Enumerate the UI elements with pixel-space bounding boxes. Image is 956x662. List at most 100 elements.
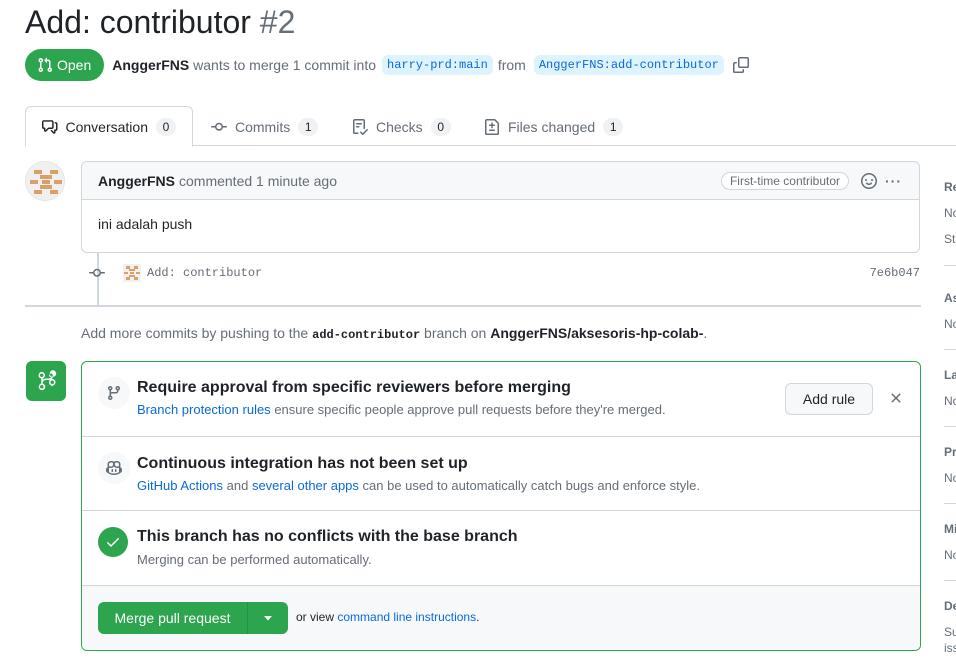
sidebar-projects-value: No xyxy=(944,471,956,485)
add-rule-button[interactable]: Add rule xyxy=(785,383,873,415)
first-time-contributor-label: First-time contributor xyxy=(720,171,849,190)
commit-row: Add: contributor 7e6b047 xyxy=(89,262,920,284)
sidebar-assignees-heading[interactable]: As xyxy=(944,291,956,305)
tab-conversation-count: 0 xyxy=(156,117,176,136)
sidebar-milestone-value: No xyxy=(944,548,956,562)
pr-number: #2 xyxy=(259,4,296,40)
merge-options-dropdown[interactable] xyxy=(248,602,288,634)
merge-footer: Merge pull request or view command line … xyxy=(82,586,920,650)
sidebar: Re No St As No La No Pr No Mi No De Su i… xyxy=(944,170,956,662)
timeline-divider xyxy=(25,305,921,307)
github-actions-link[interactable]: GitHub Actions xyxy=(137,478,223,493)
no-conflicts-title: This branch has no conflicts with the ba… xyxy=(137,528,518,545)
push-hint: Add more commits by pushing to the add-c… xyxy=(81,325,707,342)
merge-box: Require approval from specific reviewers… xyxy=(81,361,921,651)
no-conflicts-text: Merging can be performed automatically. xyxy=(137,552,372,567)
comment-box: AnggerFNS commented 1 minute ago First-t… xyxy=(81,161,920,253)
close-icon[interactable] xyxy=(888,390,904,406)
commit-author-avatar[interactable] xyxy=(123,264,141,282)
protection-title: Require approval from specific reviewers… xyxy=(137,379,571,396)
merge-status-icon xyxy=(26,361,66,401)
triangle-down-icon xyxy=(264,616,272,621)
tab-commits-count: 1 xyxy=(298,117,319,136)
meta-middle-text: wants to merge 1 commit into xyxy=(193,57,376,73)
no-conflicts-section: This branch has no conflicts with the ba… xyxy=(82,511,920,586)
push-hint-branch: add-contributor xyxy=(312,328,421,342)
git-branch-icon xyxy=(98,377,130,409)
push-hint-suffix: . xyxy=(703,325,708,341)
pull-request-icon xyxy=(38,57,53,73)
sidebar-labels-value: No xyxy=(944,394,956,408)
or-view-text: or view xyxy=(296,610,335,624)
comment-time[interactable]: 1 minute ago xyxy=(256,173,337,189)
merge-pull-request-button[interactable]: Merge pull request xyxy=(98,602,248,634)
git-commit-icon xyxy=(211,122,227,131)
tab-commits[interactable]: Commits 1 xyxy=(195,106,334,147)
tab-files-changed-label: Files changed xyxy=(508,118,596,135)
branch-protection-section: Require approval from specific reviewers… xyxy=(82,362,920,437)
file-diff-icon xyxy=(485,118,499,135)
push-hint-repo: AnggerFNS/aksesoris-hp-colab- xyxy=(490,325,704,341)
branch-protection-rules-link[interactable]: Branch protection rules xyxy=(137,402,271,417)
sidebar-labels-heading[interactable]: La xyxy=(944,368,956,382)
state-badge: Open xyxy=(25,49,105,81)
tab-conversation[interactable]: Conversation 0 xyxy=(25,106,193,147)
page-title: Add: contributor #2 xyxy=(25,2,295,42)
sidebar-reviewers-value: No xyxy=(944,206,956,220)
sidebar-development-value-2: iss xyxy=(944,641,956,655)
sidebar-divider xyxy=(944,580,956,581)
ci-and-text: and xyxy=(226,478,249,493)
tab-commits-label: Commits xyxy=(235,118,291,135)
push-hint-prefix: Add more commits by pushing to the xyxy=(81,325,309,341)
kebab-menu-icon[interactable]: ··· xyxy=(885,173,903,189)
or-view-period: . xyxy=(476,610,480,624)
sidebar-development-heading[interactable]: De xyxy=(944,599,956,613)
comment-body: ini adalah push xyxy=(98,216,193,232)
sidebar-reviewers-suggestion: St xyxy=(944,232,956,246)
commit-sha[interactable]: 7e6b047 xyxy=(870,266,920,280)
sidebar-development-value: Su xyxy=(944,625,956,639)
commit-message[interactable]: Add: contributor xyxy=(147,266,262,280)
from-text: from xyxy=(497,57,526,73)
git-commit-icon xyxy=(89,265,105,281)
other-apps-link[interactable]: several other apps xyxy=(252,478,359,493)
pr-author-link[interactable]: AnggerFNS xyxy=(112,57,189,73)
tab-checks-count: 0 xyxy=(430,117,451,136)
tab-files-changed[interactable]: Files changed 1 xyxy=(468,106,639,147)
comment-action: commented xyxy=(179,172,253,189)
copilot-robot-icon xyxy=(98,452,130,484)
protection-text: ensure specific people approve pull requ… xyxy=(274,402,666,417)
smiley-icon[interactable] xyxy=(861,172,877,189)
pr-meta: Open AnggerFNS wants to merge 1 commit i… xyxy=(25,49,749,81)
comment-header: AnggerFNS commented 1 minute ago First-t… xyxy=(82,162,919,200)
tab-checks-label: Checks xyxy=(376,118,423,135)
command-line-instructions-link[interactable]: command line instructions xyxy=(337,610,476,624)
sidebar-divider xyxy=(944,503,956,504)
ci-section: Continuous integration has not been set … xyxy=(82,437,920,511)
pr-title: Add: contributor xyxy=(25,4,251,40)
pr-tabs: Conversation 0 Commits 1 Checks 0 Files … xyxy=(25,106,956,147)
sidebar-milestone-heading[interactable]: Mi xyxy=(944,522,956,536)
sidebar-divider xyxy=(944,426,956,427)
tab-files-changed-count: 1 xyxy=(603,117,624,136)
comment-author[interactable]: AnggerFNS xyxy=(98,173,175,189)
check-circle-icon xyxy=(98,527,128,557)
merge-button-group: Merge pull request xyxy=(98,602,288,634)
tab-checks[interactable]: Checks 0 xyxy=(336,106,467,147)
comment-discussion-icon xyxy=(42,119,58,134)
ci-title: Continuous integration has not been set … xyxy=(137,455,468,472)
head-branch[interactable]: AnggerFNS:add-contributor xyxy=(533,55,724,75)
avatar[interactable] xyxy=(25,161,65,201)
sidebar-assignees-value: No xyxy=(944,317,956,331)
sidebar-divider xyxy=(944,265,956,266)
sidebar-projects-heading[interactable]: Pr xyxy=(944,445,956,459)
copy-icon[interactable] xyxy=(732,57,749,73)
tab-conversation-label: Conversation xyxy=(65,118,149,135)
sidebar-reviewers-heading[interactable]: Re xyxy=(944,180,956,194)
checklist-icon xyxy=(353,118,368,135)
sidebar-divider xyxy=(944,349,956,350)
base-branch[interactable]: harry-prd:main xyxy=(382,55,493,75)
ci-text: can be used to automatically catch bugs … xyxy=(362,478,701,493)
state-label: Open xyxy=(57,57,92,73)
git-merge-icon xyxy=(38,370,57,391)
